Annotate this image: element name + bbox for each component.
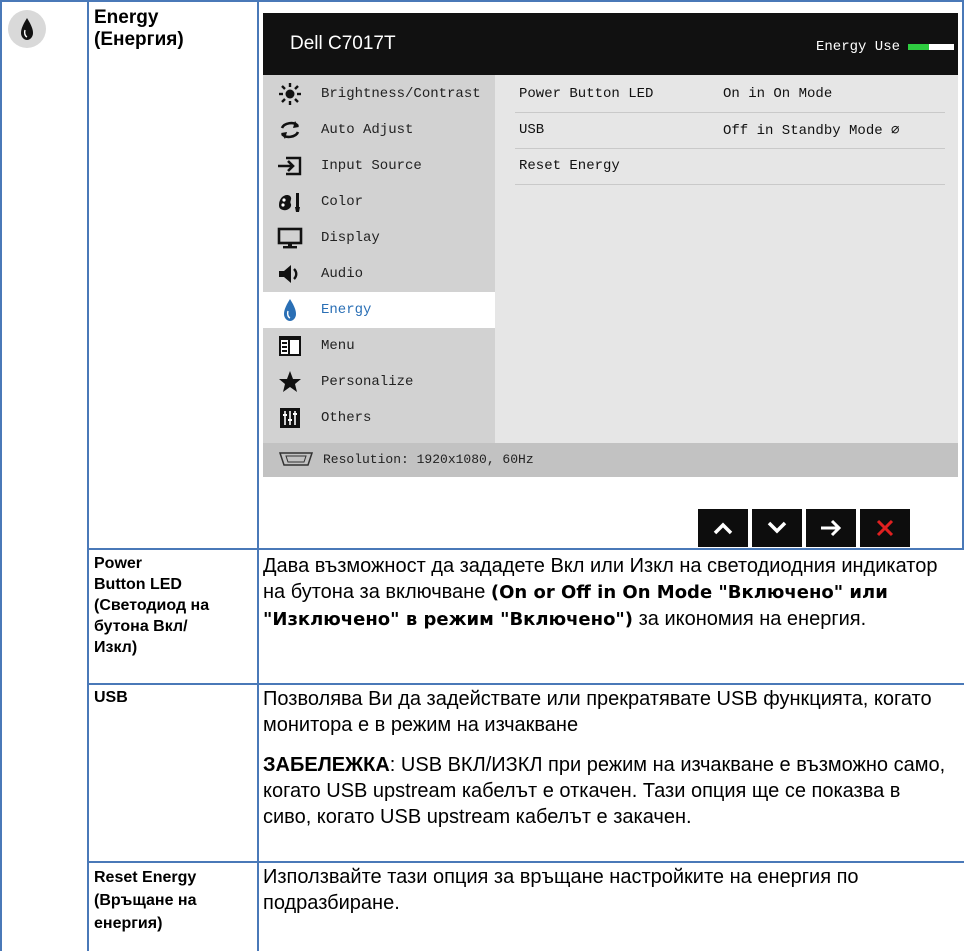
submenu-label: Power Button LED	[519, 86, 654, 102]
menu-item-label: Auto Adjust	[321, 122, 414, 138]
menu-item-menu[interactable]: Menu	[263, 328, 495, 364]
menu-item-energy[interactable]: Energy	[263, 292, 495, 328]
menu-item-label: Energy	[321, 302, 372, 318]
up-arrow-icon	[713, 522, 733, 535]
right-arrow-button[interactable]	[806, 509, 856, 547]
menu-item-others[interactable]: Others	[263, 400, 495, 436]
color-icon	[277, 189, 303, 215]
energy-use-meter	[908, 44, 954, 50]
energy-drop-icon-cell	[6, 10, 78, 70]
menu-item-label: Input Source	[321, 158, 422, 174]
osd-nav-buttons	[698, 509, 958, 547]
down-arrow-icon	[767, 521, 787, 534]
row-label-reset-energy: Reset Energy (Връщане на енергия)	[94, 869, 197, 932]
menu-item-label: Color	[321, 194, 364, 210]
right-arrow-icon	[821, 519, 842, 537]
row-label-usb: USB	[94, 689, 128, 706]
submenu-row-usb[interactable]: USB Off in Standby Mode ∅	[515, 112, 945, 149]
down-arrow-button[interactable]	[752, 509, 802, 547]
table-border	[0, 0, 964, 2]
usb-note: ЗАБЕЛЕЖКА: USB ВКЛ/ИЗКЛ при режим на изч…	[263, 752, 953, 830]
menu-item-label: Menu	[321, 338, 355, 354]
menu-item-brightness-contrast[interactable]: Brightness/Contrast	[263, 76, 495, 112]
row-desc-usb: Позволява Ви да задействате или прекратя…	[263, 686, 953, 830]
osd-submenu: Power Button LED On in On Mode USB Off in S…	[495, 75, 958, 443]
submenu-value: On in On Mode	[723, 86, 833, 102]
energy-use-fill	[908, 44, 929, 50]
energy-drop-icon	[8, 10, 46, 48]
row-label-power-button-led: Power Button LED (Светодиод на бутона Вк…	[94, 555, 210, 656]
audio-icon	[277, 261, 303, 287]
submenu-row-reset-energy[interactable]: Reset Energy	[515, 148, 945, 185]
close-button[interactable]	[860, 509, 910, 547]
menu-icon	[277, 333, 303, 359]
osd-screenshot: Dell C7017T Energy Use Brightness/Contra…	[263, 13, 958, 547]
menu-item-audio[interactable]: Audio	[263, 256, 495, 292]
menu-item-label: Personalize	[321, 374, 414, 390]
submenu-row-power-button-led[interactable]: Power Button LED On in On Mode	[515, 76, 945, 113]
submenu-label: USB	[519, 122, 545, 138]
vga-connector-icon	[277, 450, 315, 473]
brightness-icon	[277, 81, 303, 107]
menu-item-input-source[interactable]: Input Source	[263, 148, 495, 184]
table-border	[87, 683, 964, 685]
menu-item-label: Others	[321, 410, 372, 426]
row-desc-reset-energy: Използвайте тази опция за връщане настро…	[263, 866, 859, 914]
energy-icon	[277, 297, 303, 323]
menu-item-label: Display	[321, 230, 380, 246]
table-border	[87, 0, 89, 951]
resolution-text: Resolution: 1920x1080, 60Hz	[323, 452, 534, 467]
monitor-model: Dell C7017T	[290, 33, 396, 54]
display-icon	[277, 225, 303, 251]
resolution-bar: Resolution: 1920x1080, 60Hz	[263, 443, 958, 477]
up-arrow-button[interactable]	[698, 509, 748, 547]
submenu-value: Off in Standby Mode ∅	[723, 123, 900, 139]
desc-tail: за икономия на енергия.	[633, 608, 867, 630]
menu-item-color[interactable]: Color	[263, 184, 495, 220]
table-border	[87, 548, 964, 550]
energy-use-label: Energy Use	[816, 39, 901, 55]
table-border	[257, 0, 259, 951]
menu-item-auto-adjust[interactable]: Auto Adjust	[263, 112, 495, 148]
star-icon	[277, 369, 303, 395]
section-title: Energy (Енергия)	[94, 7, 184, 50]
submenu-label: Reset Energy	[519, 158, 620, 174]
menu-item-personalize[interactable]: Personalize	[263, 364, 495, 400]
note-label: ЗАБЕЛЕЖКА	[263, 754, 390, 776]
others-icon	[277, 405, 303, 431]
document-table: Energy (Енергия) Dell C7017T Energy Use …	[0, 0, 964, 951]
input-source-icon	[277, 153, 303, 179]
desc-text: Позволява Ви да задействате или прекратя…	[263, 688, 932, 736]
osd-header: Dell C7017T Energy Use	[263, 13, 958, 75]
auto-adjust-icon	[277, 117, 303, 143]
table-border	[0, 0, 2, 951]
osd-main-menu: Brightness/Contrast Auto Adjust Input Sour…	[263, 75, 495, 443]
menu-item-label: Brightness/Contrast	[321, 86, 481, 102]
table-border	[87, 861, 964, 863]
row-desc-power-button-led: Дава възможност да зададете Вкл или Изкл…	[263, 553, 958, 633]
close-icon	[876, 519, 894, 537]
menu-item-label: Audio	[321, 266, 364, 282]
menu-item-display[interactable]: Display	[263, 220, 495, 256]
